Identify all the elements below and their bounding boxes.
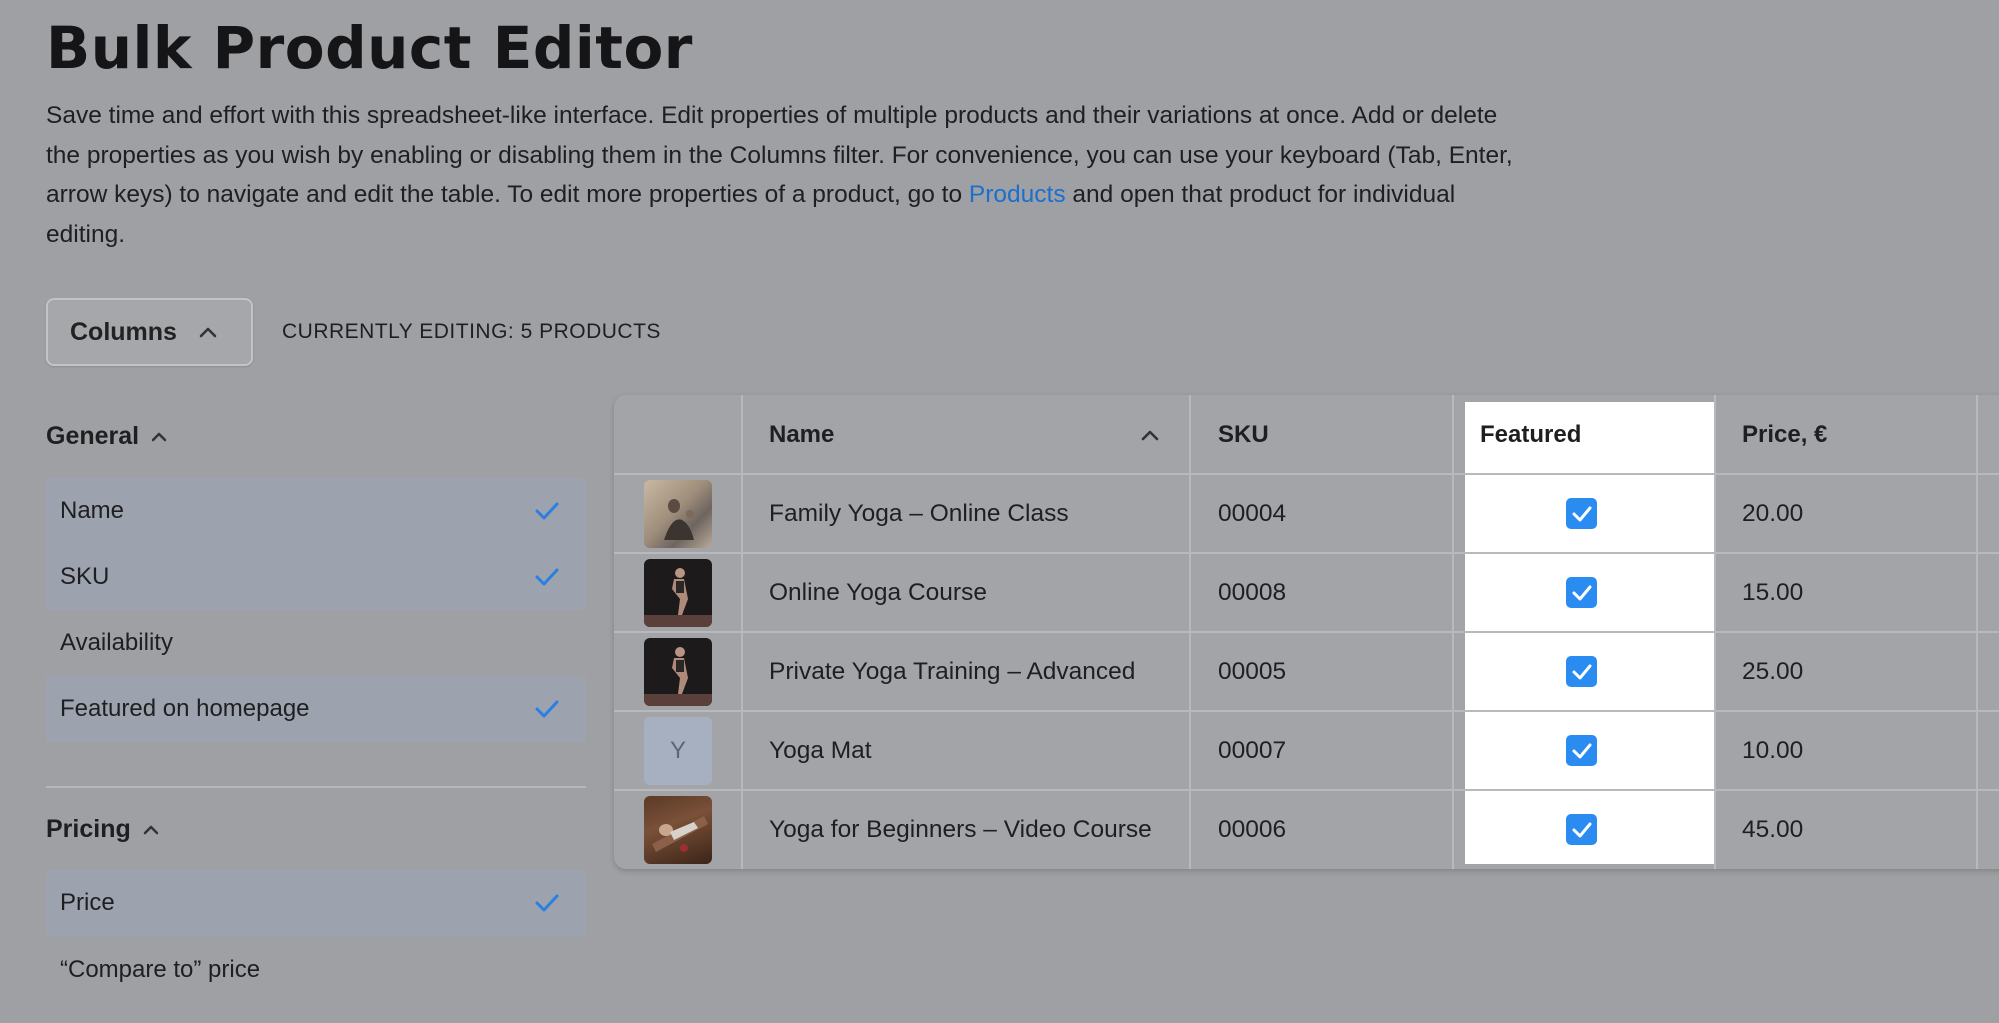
page-title: Bulk Product Editor [46,14,693,82]
yoga-photo-icon [652,816,708,852]
featured-checkbox[interactable] [1566,656,1597,687]
product-thumbnail-image[interactable] [644,559,712,627]
product-sku-cell[interactable]: 00008 [1218,553,1286,632]
products-link[interactable]: Products [969,181,1066,208]
check-icon [1572,822,1591,837]
pricing-group-title: Pricing [46,815,131,843]
yoga-photo-icon [644,568,712,627]
sidebar-divider [46,786,586,788]
column-option-featured[interactable]: Featured on homepage [46,676,586,742]
chevron-up-icon [143,825,158,835]
product-sku-cell[interactable]: 00005 [1218,632,1286,711]
product-sku-cell[interactable]: 00004 [1218,474,1286,553]
featured-checkbox[interactable] [1566,498,1597,529]
product-name-cell[interactable]: Private Yoga Training – Advanced [769,632,1179,711]
column-option-label: Name [60,497,125,524]
intro-text: Save time and effort with this spreadshe… [46,96,1516,254]
general-group-toggle[interactable]: General [46,422,167,451]
check-icon [1572,585,1591,600]
check-icon [1572,743,1591,758]
column-option-price[interactable]: Price [46,870,586,936]
product-thumbnail-image[interactable] [644,796,712,864]
products-table: Name SKU Featured Price, € Family Yoga –… [614,395,1999,869]
columns-button-label: Columns [70,317,177,346]
check-icon [535,568,559,586]
product-price-cell[interactable]: 20.00 [1742,474,1803,553]
product-thumbnail-image[interactable] [644,638,712,706]
column-option-availability[interactable]: Availability [46,610,586,676]
featured-checkbox[interactable] [1566,814,1597,845]
featured-checkbox[interactable] [1566,577,1597,608]
product-price-cell[interactable]: 15.00 [1742,553,1803,632]
column-option-sku[interactable]: SKU [46,544,586,610]
header-featured[interactable]: Featured [1480,395,1581,474]
column-option-label: Price [60,889,115,916]
product-name-cell[interactable]: Yoga for Beginners – Video Course [769,790,1179,869]
product-name-cell[interactable]: Family Yoga – Online Class [769,474,1179,553]
product-price-cell[interactable]: 25.00 [1742,632,1803,711]
header-name-label: Name [769,420,835,448]
check-icon [535,700,559,718]
check-icon [535,502,559,520]
yoga-photo-icon [664,499,694,540]
header-sku[interactable]: SKU [1218,395,1269,474]
check-icon [1572,506,1591,521]
product-thumbnail-placeholder[interactable]: Y [644,717,712,785]
product-sku-cell[interactable]: 00006 [1218,790,1286,869]
product-price-cell[interactable]: 45.00 [1742,790,1803,869]
product-name-cell[interactable]: Yoga Mat [769,711,1179,790]
header-name[interactable]: Name [769,395,1179,474]
chevron-up-icon [151,432,167,442]
header-price[interactable]: Price, € [1742,395,1827,474]
column-option-compare-price[interactable]: “Compare to” price [46,937,586,1003]
column-option-label: SKU [60,563,110,590]
check-icon [535,894,559,912]
product-name-cell[interactable]: Online Yoga Course [769,553,1179,632]
product-thumbnail-image[interactable] [644,480,712,548]
column-option-name[interactable]: Name [46,478,586,544]
column-option-label: Availability [60,629,173,656]
sort-ascending-icon [1141,430,1159,441]
featured-checkbox[interactable] [1566,735,1597,766]
column-option-label: Featured on homepage [60,695,310,722]
product-price-cell[interactable]: 10.00 [1742,711,1803,790]
product-sku-cell[interactable]: 00007 [1218,711,1286,790]
chevron-up-icon [199,327,217,338]
general-group-title: General [46,422,140,450]
column-option-label: “Compare to” price [60,956,261,983]
columns-filter-button[interactable]: Columns [46,298,253,366]
check-icon [1572,664,1591,679]
yoga-photo-icon [644,647,712,706]
pricing-group-toggle[interactable]: Pricing [46,815,159,844]
editing-status: CURRENTLY EDITING: 5 PRODUCTS [282,320,661,343]
